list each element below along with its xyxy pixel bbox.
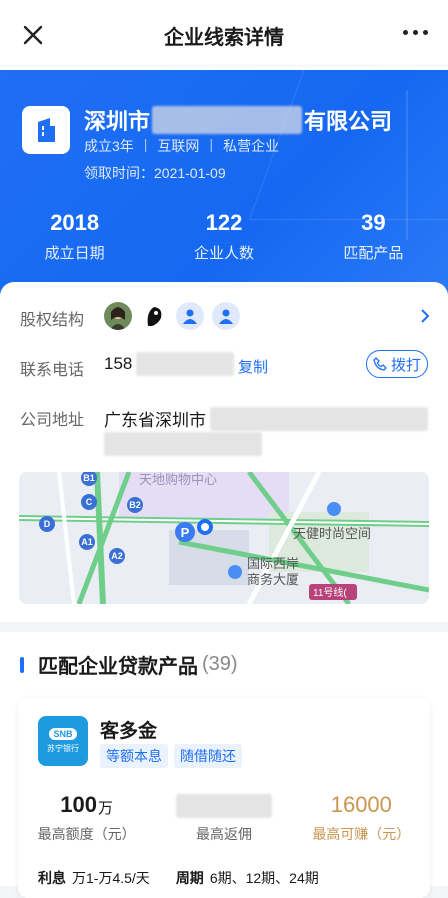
shareholder-avatar (140, 302, 168, 330)
section-title: 匹配企业贷款产品 (39) (20, 650, 238, 679)
address-value-line2 (104, 432, 262, 456)
svg-text:C: C (86, 497, 93, 507)
product-terms: 利息 万1-万4.5/天 周期 6期、12期、24期 (38, 870, 319, 886)
more-icon[interactable] (403, 30, 428, 35)
product-name: 客多金 (100, 721, 158, 742)
company-stats: 2018 成立日期 122 企业人数 39 匹配产品 (0, 210, 448, 263)
company-name: 深圳市 有限公司 (84, 104, 392, 136)
svg-text:D: D (44, 519, 51, 529)
company-header: 深圳市 有限公司 成立3年 | 互联网 | 私营企业 领取时间：2021-01-09 20… (0, 70, 448, 306)
equity-label: 股权结构 (20, 312, 85, 329)
phone-value: 158 (104, 352, 235, 376)
stat-employees: 122 企业人数 (193, 210, 254, 262)
stat-products: 39 匹配产品 (343, 210, 404, 262)
max-rebate: 最高返佣 (155, 790, 292, 844)
company-meta: 成立3年 | 互联网 | 私营企业 (84, 136, 280, 154)
phone-label: 联系电话 (20, 362, 85, 379)
shareholder-avatar (104, 302, 132, 330)
company-info-card: 股权结构 联系电话 158 复制 拨打 公司地址 广东省深圳市 P B1 B2 … (0, 282, 448, 622)
svg-text:11号线(: 11号线( (313, 586, 347, 599)
max-earn: 16000 最高可赚（元） (312, 792, 411, 842)
svg-text:商务大厦: 商务大厦 (247, 572, 299, 587)
person-icon (212, 302, 240, 330)
svg-text:B2: B2 (129, 500, 141, 510)
company-logo-icon (22, 106, 70, 154)
svg-text:天健时尚空间: 天健时尚空间 (293, 526, 371, 541)
chevron-right-icon[interactable] (420, 308, 430, 324)
svg-text:A1: A1 (81, 537, 93, 547)
address-value: 广东省深圳市 (104, 406, 428, 431)
location-map[interactable]: P B1 B2 C D A1 A2 天地购物中心 天健时尚空间 国际西岸 商务大… (19, 472, 429, 604)
address-label: 公司地址 (20, 412, 85, 429)
svg-text:P: P (181, 525, 190, 540)
stat-founded: 2018 成立日期 (44, 210, 105, 262)
redacted-name (152, 106, 303, 134)
product-stats: 100 万 最高额度（元） 最高返佣 16000 最高可赚（元） (18, 790, 430, 844)
products-section: 匹配企业贷款产品 (39) SNB 苏宁银行 客多金 等额本息 随借随还 100 万… (0, 632, 448, 898)
max-amount: 100 万 最高额度（元） (37, 792, 136, 842)
equity-avatars[interactable] (104, 302, 240, 330)
bank-logo-icon: SNB 苏宁银行 (38, 716, 88, 766)
svg-text:B1: B1 (83, 473, 95, 483)
received-time: 领取时间：2021-01-09 (84, 165, 226, 181)
page-title: 企业线索详情 (164, 26, 284, 49)
top-bar: 企业线索详情 (0, 0, 448, 70)
person-icon (176, 302, 204, 330)
close-icon[interactable] (20, 22, 46, 48)
product-card[interactable]: SNB 苏宁银行 客多金 等额本息 随借随还 100 万 最高额度（元） 最高返佣… (18, 698, 430, 898)
call-button[interactable]: 拨打 (366, 350, 428, 378)
svg-text:A2: A2 (111, 551, 123, 561)
svg-text:国际西岸: 国际西岸 (247, 556, 299, 571)
product-tags: 等额本息 随借随还 (100, 744, 242, 768)
copy-button[interactable]: 复制 (238, 356, 268, 377)
svg-text:天地购物中心: 天地购物中心 (139, 472, 217, 487)
phone-icon (373, 357, 387, 371)
